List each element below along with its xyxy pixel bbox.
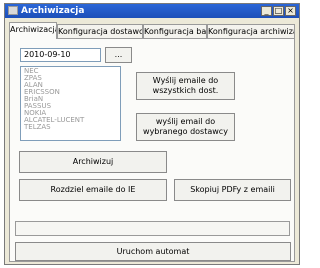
run-automat-button[interactable]: Uruchom automat bbox=[15, 242, 291, 261]
supplier-list[interactable]: NEC ZPAS ALAN ERICSSON BriaN PASSUS NOKI… bbox=[20, 66, 121, 141]
window-title: Archiwizacja bbox=[21, 6, 85, 16]
send-all-emails-label: Wyślij emaile do wszystkich dost. bbox=[152, 76, 219, 95]
browse-button-label: ... bbox=[114, 50, 123, 59]
main-window: Archiwizacja _ □ × Archiwizacja Konfigur… bbox=[4, 3, 300, 265]
tab-konfiguracja-dostawcow[interactable]: Konfiguracja dostawców bbox=[57, 24, 143, 38]
send-selected-email-button[interactable]: wyślij email do wybranego dostawcy bbox=[136, 113, 235, 141]
tab-konfiguracja-archiwizacji[interactable]: Konfiguracja archiwizacji bbox=[207, 24, 295, 38]
send-selected-email-label: wyślij email do wybranego dostawcy bbox=[143, 117, 228, 136]
split-emails-label: Rozdziel emaile do IE bbox=[50, 185, 136, 194]
tab-archiwizacja[interactable]: Archiwizacja bbox=[9, 22, 57, 39]
minimize-button[interactable]: _ bbox=[261, 6, 272, 16]
archive-button-label: Archiwizuj bbox=[72, 157, 114, 166]
copy-pdfs-label: Skopiuj PDFy z emaili bbox=[190, 185, 275, 194]
archive-button[interactable]: Archiwizuj bbox=[19, 151, 167, 173]
browse-button[interactable]: ... bbox=[105, 47, 132, 63]
maximize-button[interactable]: □ bbox=[273, 6, 284, 16]
close-button[interactable]: × bbox=[285, 6, 296, 16]
tab-panel-archiwizacja: 2010-09-10 ... NEC ZPAS ALAN ERICSSON Br… bbox=[9, 38, 295, 262]
title-bar: Archiwizacja _ □ × bbox=[5, 4, 299, 18]
date-field[interactable]: 2010-09-10 bbox=[20, 48, 101, 62]
list-item[interactable]: TELZAS bbox=[24, 124, 117, 131]
split-emails-button[interactable]: Rozdziel emaile do IE bbox=[19, 179, 167, 201]
app-icon bbox=[8, 6, 18, 15]
tab-konfiguracja-baz[interactable]: Konfiguracja baz bbox=[143, 24, 207, 38]
copy-pdfs-button[interactable]: Skopiuj PDFy z emaili bbox=[174, 179, 291, 201]
run-automat-label: Uruchom automat bbox=[116, 246, 190, 256]
send-all-emails-button[interactable]: Wyślij emaile do wszystkich dost. bbox=[136, 72, 235, 100]
status-bar bbox=[15, 221, 290, 236]
